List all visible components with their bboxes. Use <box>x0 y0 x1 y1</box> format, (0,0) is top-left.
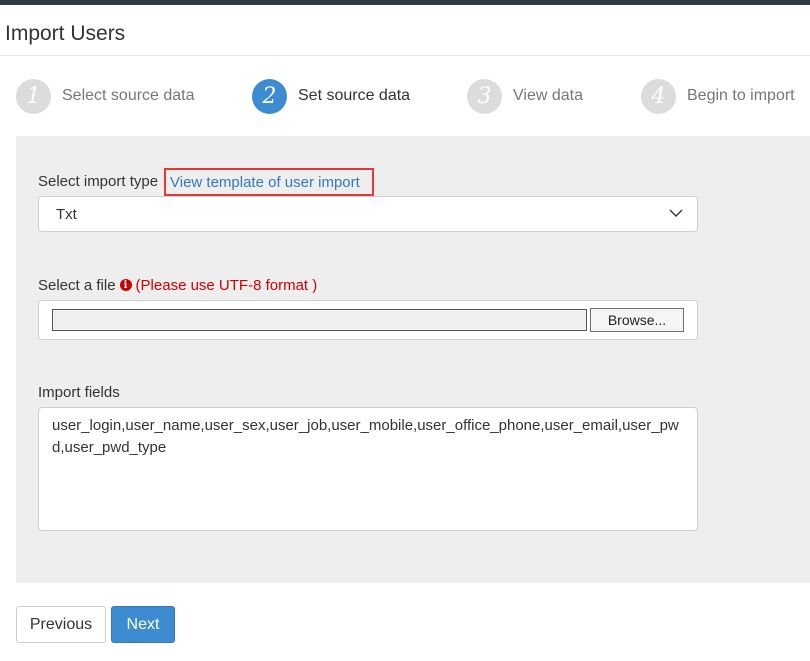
import-fields-textarea[interactable]: user_login,user_name,user_sex,user_job,u… <box>38 407 698 531</box>
file-chooser: Browse... <box>38 300 698 340</box>
title-divider <box>0 55 810 56</box>
file-path-input[interactable] <box>52 309 587 331</box>
next-button[interactable]: Next <box>111 606 175 643</box>
view-template-link[interactable]: View template of user import <box>164 168 374 196</box>
import-fields-label: Import fields <box>38 384 120 401</box>
step-number-1: 1 <box>16 78 51 114</box>
step-number-4: 4 <box>641 78 676 114</box>
previous-button[interactable]: Previous <box>16 606 106 643</box>
import-settings-panel: Select import type View template of user… <box>16 136 810 583</box>
wizard-steps: 1 Select source data 2 Set source data 3… <box>0 78 810 118</box>
file-label-row: Select a file i (Please use UTF-8 format ) <box>38 277 317 294</box>
step-view-data: 3 View data <box>467 78 583 114</box>
page-title: Import Users <box>5 22 126 45</box>
step-number-2: 2 <box>252 78 287 114</box>
step-label: Begin to import <box>687 87 795 104</box>
import-type-label: Select import type <box>38 173 159 190</box>
import-type-select[interactable]: Txt <box>38 196 698 232</box>
import-type-selected-value: Txt <box>56 205 77 223</box>
file-label: Select a file <box>38 277 116 294</box>
utf8-format-note: (Please use UTF-8 format ) <box>135 277 318 294</box>
step-label: View data <box>513 87 583 104</box>
step-label: Select source data <box>62 87 195 104</box>
chevron-down-icon <box>669 209 683 217</box>
step-label: Set source data <box>298 87 411 104</box>
step-begin-to-import: 4 Begin to import <box>641 78 795 114</box>
step-set-source-data: 2 Set source data <box>252 78 410 114</box>
step-select-source-data: 1 Select source data <box>16 78 195 114</box>
step-number-3: 3 <box>467 78 502 114</box>
top-bar <box>0 0 810 5</box>
info-icon: i <box>119 279 132 292</box>
browse-button[interactable]: Browse... <box>590 308 684 332</box>
